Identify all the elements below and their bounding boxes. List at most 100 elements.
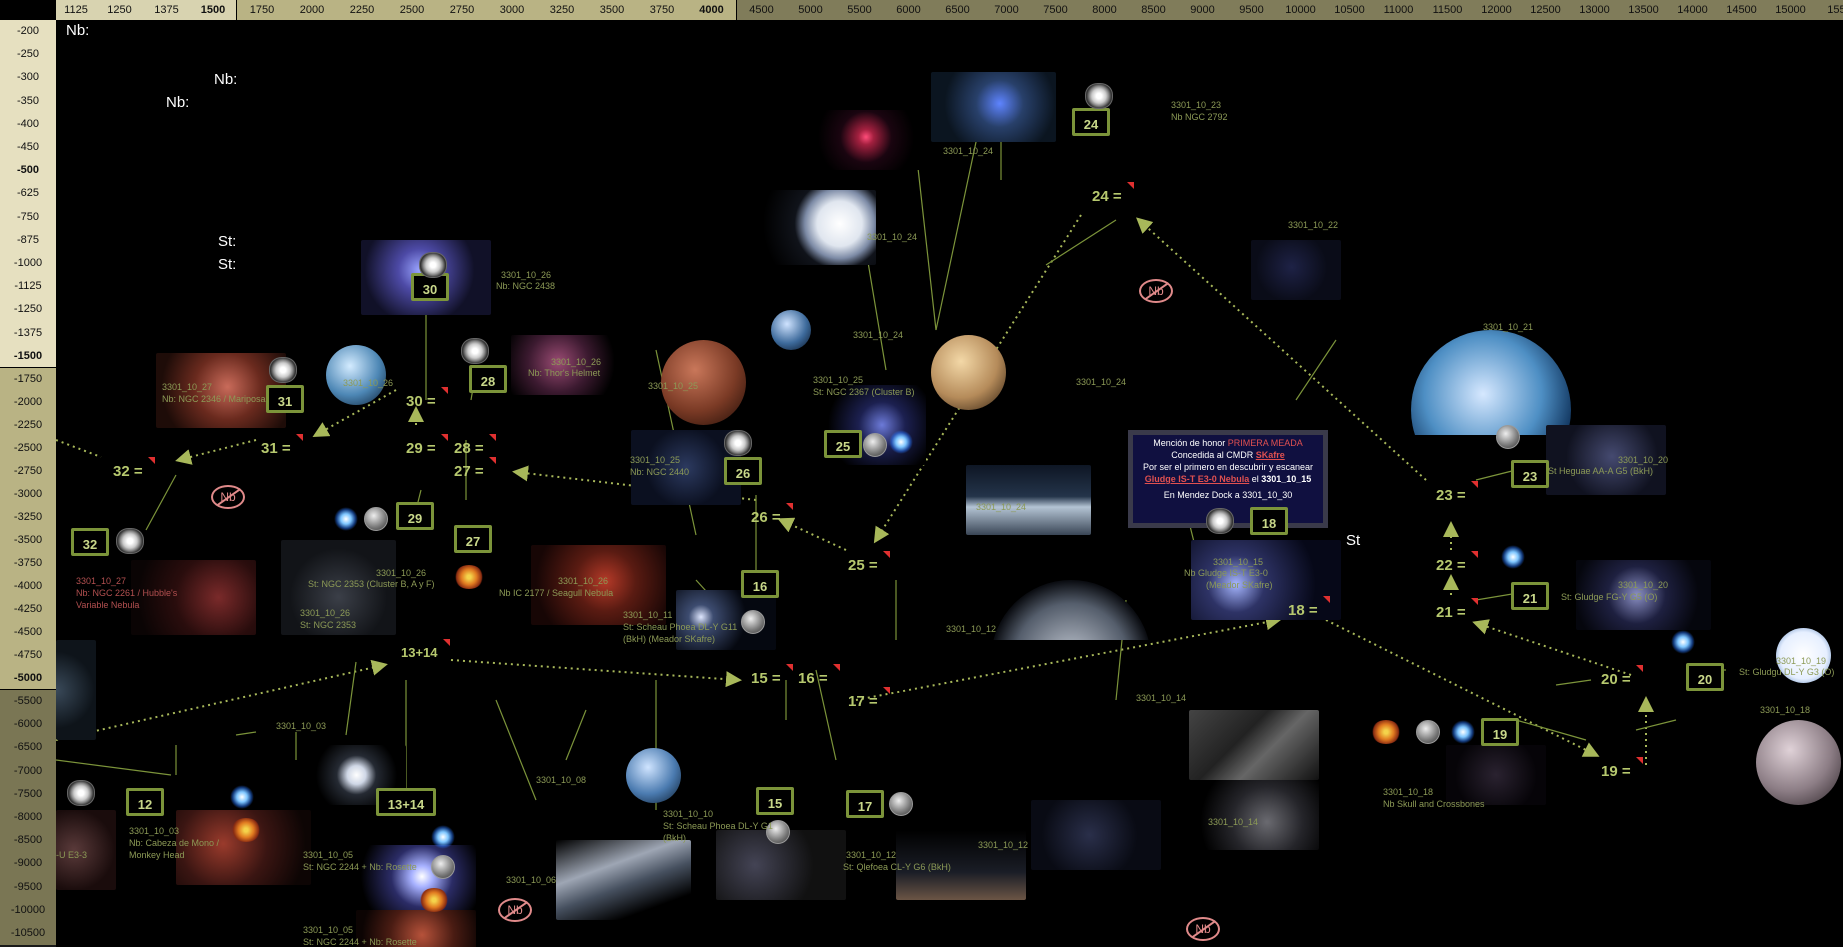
route-node-25[interactable]: 25 = xyxy=(848,551,890,574)
caption: Nb NGC 2792 xyxy=(1171,112,1228,122)
route-node-marker xyxy=(882,551,890,558)
route-node-15[interactable]: 15 = xyxy=(751,664,793,687)
planet-icon xyxy=(431,855,455,879)
caption: St: Scheau Phoea DL-Y G1 xyxy=(663,821,773,831)
x-axis-ruler: 1125 1250 1375 1500 1750 2000 2250 2500 2750 3000… xyxy=(0,0,1843,20)
caption: 3301_10_14 xyxy=(1136,693,1187,703)
route-node-31[interactable]: 31 = xyxy=(261,434,303,457)
x-axis-tick: 3250 xyxy=(537,0,587,20)
caption: 3301_10_19 xyxy=(1776,656,1827,666)
system-box-17[interactable]: 17 xyxy=(846,790,884,818)
nb-forbid-icon-2: Nb xyxy=(211,485,245,509)
system-box-13-14[interactable]: 13+14 xyxy=(376,788,436,816)
route-node-13-14[interactable]: 13+14 xyxy=(401,639,450,660)
x-axis-tick: 6000 xyxy=(884,0,933,20)
star-icon xyxy=(1501,545,1525,569)
route-node-28[interactable]: 28 = xyxy=(454,434,496,457)
caption: 3301_10_25 xyxy=(813,375,864,385)
x-axis-tick: 13500 xyxy=(1619,0,1668,20)
caption: 3301_10_26 xyxy=(501,270,552,280)
y-axis-tick: -6500 xyxy=(0,736,56,760)
route-node-16[interactable]: 16 = xyxy=(798,664,840,687)
system-box-19[interactable]: 19 xyxy=(1481,718,1519,746)
route-node-18[interactable]: 18 = xyxy=(1288,596,1330,619)
route-node-32[interactable]: 32 = xyxy=(113,457,155,480)
nebula-icon xyxy=(116,528,144,554)
caption: St: NGC 2367 (Cluster B) xyxy=(813,387,915,397)
route-node-27[interactable]: 27 = xyxy=(454,457,496,480)
nebula-icon xyxy=(1206,508,1234,534)
caption: 3301_10_27 xyxy=(76,576,127,586)
nebula-icon xyxy=(461,338,489,364)
system-box-26[interactable]: 26 xyxy=(724,457,762,485)
y-axis-tick: -3750 xyxy=(0,552,56,575)
system-box-28[interactable]: 28 xyxy=(469,365,507,393)
x-axis-tick: 12500 xyxy=(1521,0,1570,20)
route-node-21[interactable]: 21 = xyxy=(1436,598,1478,621)
system-box-23[interactable]: 23 xyxy=(1511,460,1549,488)
y-axis-tick: -2250 xyxy=(0,414,56,437)
caption: 3301_10_24 xyxy=(976,502,1027,512)
system-box-21[interactable]: 21 xyxy=(1511,582,1549,610)
caption: 3301_10_26 xyxy=(376,568,427,578)
thumb-planet-surface xyxy=(966,465,1091,535)
thumb-dark-nebula xyxy=(1251,240,1341,300)
x-axis-tick: 2000 xyxy=(287,0,337,20)
star-icon xyxy=(1451,720,1475,744)
x-axis-tick: 10500 xyxy=(1325,0,1374,20)
galaxy-map-canvas: Nb: Nb: Nb: St: St: St Mención de honor … xyxy=(56,20,1843,947)
honor-line-4c: 3301_10_15 xyxy=(1261,474,1312,484)
route-node-23[interactable]: 23 = xyxy=(1436,481,1478,504)
x-axis-tick: 6500 xyxy=(933,0,982,20)
x-axis-tick: 9500 xyxy=(1227,0,1276,20)
caption: Nb: NGC 2261 / Hubble's xyxy=(76,588,178,598)
system-box-25[interactable]: 25 xyxy=(824,430,862,458)
caption: St: Scheau Phoea DL-Y G11 xyxy=(623,622,738,632)
thumb-gray-moon xyxy=(1756,720,1841,805)
x-axis-tick: 14000 xyxy=(1668,0,1717,20)
caption: St: NGC 2244 + Nb: Rosette xyxy=(303,862,417,872)
caption: Nb: NGC 2440 xyxy=(630,467,690,477)
route-node-22[interactable]: 22 = xyxy=(1436,551,1478,574)
route-node-marker xyxy=(488,434,496,441)
system-box-18[interactable]: 18 xyxy=(1250,507,1288,535)
caption: (BkH) (Meador SKafre) xyxy=(623,634,716,644)
y-axis-tick: -4250 xyxy=(0,598,56,621)
honor-line-1b: PRIMERA MEADA xyxy=(1227,438,1303,448)
caption: -U E3-3 xyxy=(56,850,88,860)
route-node-26[interactable]: 26 = xyxy=(751,503,793,526)
caption: Nb: Thor's Helmet xyxy=(528,368,601,378)
route-node-30[interactable]: 30 = xyxy=(406,387,448,410)
system-box-20[interactable]: 20 xyxy=(1686,663,1724,691)
star-icon xyxy=(230,785,254,809)
route-node-marker xyxy=(442,639,450,646)
system-box-31[interactable]: 31 xyxy=(266,385,304,413)
route-node-29[interactable]: 29 = xyxy=(406,434,448,457)
system-box-24[interactable]: 24 xyxy=(1072,108,1110,136)
route-node-24[interactable]: 24 = xyxy=(1092,182,1134,205)
y-axis-tick: -1375 xyxy=(0,321,56,345)
y-axis-tick: -4750 xyxy=(0,644,56,667)
y-axis-tick: -350 xyxy=(0,89,56,113)
system-box-27[interactable]: 27 xyxy=(454,525,492,553)
system-box-16[interactable]: 16 xyxy=(741,570,779,598)
y-axis-tick: -3500 xyxy=(0,529,56,552)
caption: Nb Skull and Crossbones xyxy=(1383,799,1485,809)
honor-line-5: En Mendez Dock a 3301_10_30 xyxy=(1163,490,1293,500)
system-box-29[interactable]: 29 xyxy=(396,502,434,530)
y-axis-tick: -3000 xyxy=(0,483,56,506)
route-node-17[interactable]: 17 = xyxy=(848,687,890,710)
x-axis-tick: 2750 xyxy=(437,0,487,20)
caption: Nb: NGC 2438 xyxy=(496,281,556,291)
system-box-15[interactable]: 15 xyxy=(756,787,794,815)
route-node-20[interactable]: 20 = xyxy=(1601,665,1643,688)
system-box-12[interactable]: 12 xyxy=(126,788,164,816)
y-axis-tick: -6000 xyxy=(0,713,56,737)
route-node-marker xyxy=(785,664,793,671)
route-node-19[interactable]: 19 = xyxy=(1601,757,1643,780)
caption: 3301_10_11 xyxy=(623,610,673,620)
x-axis-tick: 1750 xyxy=(237,0,287,20)
y-axis-tick: -1250 xyxy=(0,298,56,322)
caption: St: NGC 2353 xyxy=(300,620,357,630)
system-box-32[interactable]: 32 xyxy=(71,528,109,556)
